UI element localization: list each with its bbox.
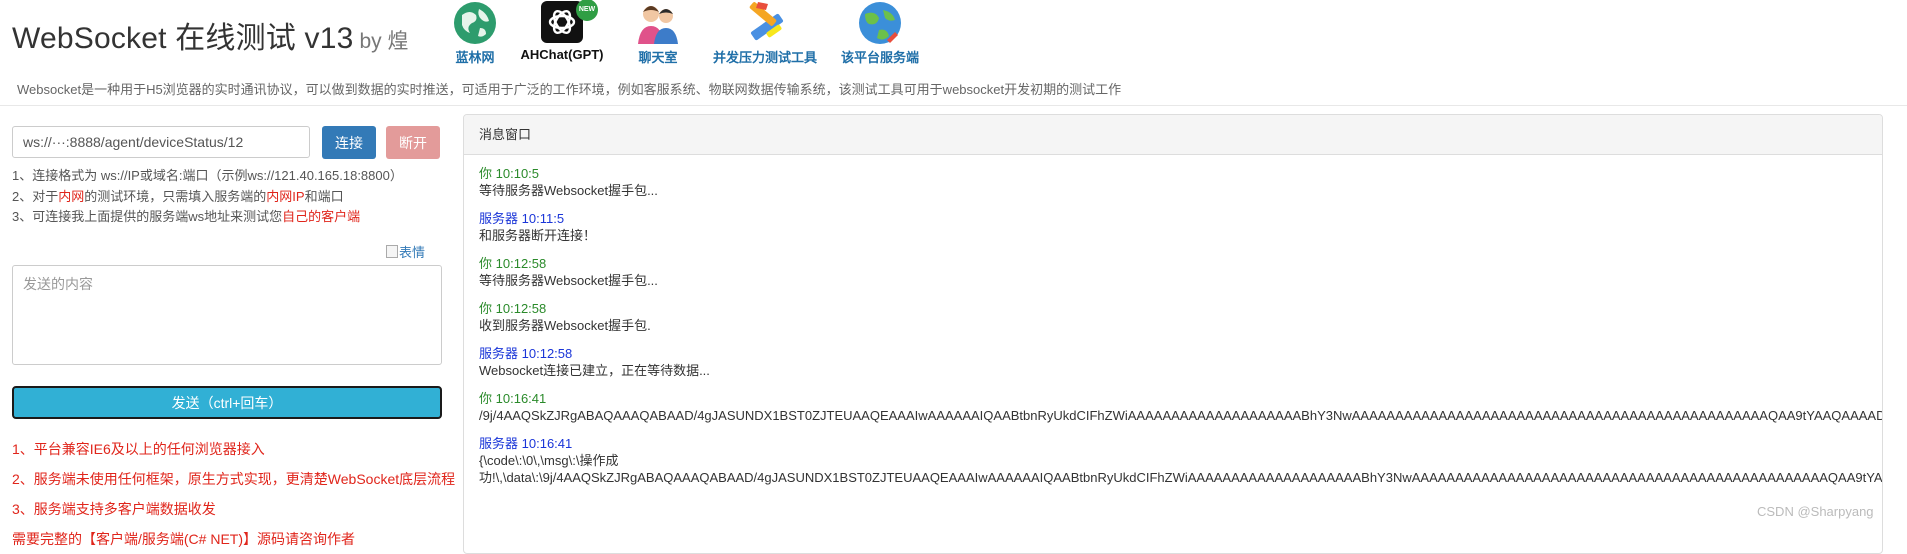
globe-icon <box>454 2 496 44</box>
message-text: /9j/4AAQSkZJRgABAQAAAQABAAD/4gJASUNDX1BS… <box>479 408 1883 423</box>
message-sender: 你 <box>479 256 493 271</box>
ws-url-input[interactable] <box>12 126 310 158</box>
feature-item: 1、平台兼容IE6及以上的任何浏览器接入 <box>12 441 265 457</box>
nav-label: 并发压力测试工具 <box>712 50 817 65</box>
send-button[interactable]: 发送（ctrl+回车） <box>12 386 442 419</box>
message-sender: 你 <box>479 301 493 316</box>
message-item: 服务器 10:12:58 Websocket连接已建立，正在等待数据... <box>479 345 1867 379</box>
nav-label: 蓝林网 <box>455 50 495 65</box>
nav-stress-test[interactable]: 并发压力测试工具 <box>706 0 824 66</box>
earth-icon <box>859 2 901 44</box>
nav-label: 聊天室 <box>638 50 678 65</box>
header-divider <box>0 105 1907 106</box>
message-time: 10:12:58 <box>521 346 573 361</box>
message-time: 10:12:58 <box>495 301 547 316</box>
watermark: CSDN @Sharpyang <box>1757 504 1874 519</box>
new-badge: NEW <box>576 0 598 21</box>
people-icon <box>638 6 678 44</box>
tip-3: 3、可连接我上面提供的服务端ws地址来测试您自己的客户端 <box>12 209 361 224</box>
pencil-tools-icon <box>749 2 784 41</box>
feature-item: 需要完整的【客户端/服务端(C# NET)】源码请咨询作者 <box>12 531 355 547</box>
page-title-text: WebSocket 在线测试 v13 <box>12 22 354 55</box>
message-window-title: 消息窗口 <box>464 115 1882 155</box>
feature-item: 2、服务端未使用任何框架，原生方式实现，更清楚WebSocket底层流程 <box>12 471 456 487</box>
feature-item: 3、服务端支持多客户端数据收发 <box>12 501 216 517</box>
message-input[interactable] <box>12 265 442 365</box>
message-item: 服务器 10:11:5 和服务器断开连接！ <box>479 210 1867 244</box>
connection-tips: 1、连接格式为 ws://IP或域名:端口（示例ws://121.40.165.… <box>12 166 403 228</box>
tip-1: 1、连接格式为 ws://IP或域名:端口（示例ws://121.40.165.… <box>12 168 403 183</box>
message-text-continued: 功!\,\data\:\9j/4AAQSkZJRgABAQAAAQABAAD/4… <box>479 470 1883 485</box>
page-title: WebSocket 在线测试 v13 by 煌 <box>12 13 409 57</box>
message-time: 10:11:5 <box>521 211 565 226</box>
message-text: 收到服务器Websocket握手包. <box>479 318 651 333</box>
feature-list: 1、平台兼容IE6及以上的任何浏览器接入 2、服务端未使用任何框架，原生方式实现… <box>12 434 455 554</box>
disconnect-button[interactable]: 断开 <box>386 126 440 159</box>
nav-lanlin[interactable]: 蓝林网 <box>445 0 505 66</box>
message-time: 10:16:41 <box>495 391 547 406</box>
connect-button[interactable]: 连接 <box>322 126 376 159</box>
message-text: 等待服务器Websocket握手包... <box>479 183 658 198</box>
message-sender: 服务器 <box>479 436 519 451</box>
message-time: 10:12:58 <box>495 256 547 271</box>
message-time: 10:10:5 <box>495 166 540 181</box>
site-description: Websocket是一种用于H5浏览器的实时通讯协议，可以做到数据的实时推送，可… <box>17 82 1122 97</box>
message-sender: 你 <box>479 166 493 181</box>
emoji-button[interactable]: 表情 <box>386 242 425 261</box>
message-item: 你 10:10:5 等待服务器Websocket握手包... <box>479 165 1867 199</box>
message-text: 等待服务器Websocket握手包... <box>479 273 658 288</box>
tip-2: 2、对于内网的测试环境，只需填入服务端的内网IP和端口 <box>12 188 344 204</box>
message-sender: 服务器 <box>479 346 519 361</box>
message-item: 你 10:12:58 收到服务器Websocket握手包. <box>479 300 1867 334</box>
nav-server[interactable]: 该平台服务端 <box>834 0 926 66</box>
message-item: 你 10:16:41 /9j/4AAQSkZJRgABAQAAAQABAAD/4… <box>479 390 1883 424</box>
message-time: 10:16:41 <box>521 436 573 451</box>
message-item: 服务器 10:16:41 {\code\:\0\,\msg\:\操作成 功!\,… <box>479 435 1883 486</box>
message-list: 你 10:10:5 等待服务器Websocket握手包... 服务器 10:11… <box>464 155 1882 486</box>
message-text: {\code\:\0\,\msg\:\操作成 <box>479 453 619 468</box>
message-item: 你 10:12:58 等待服务器Websocket握手包... <box>479 255 1867 289</box>
nav-chatroom[interactable]: 聊天室 <box>628 0 688 66</box>
message-text: Websocket连接已建立，正在等待数据... <box>479 363 710 378</box>
nav-ahchat[interactable]: NEW AHChat(GPT) <box>511 0 613 62</box>
page-author: by 煌 <box>359 30 409 53</box>
message-sender: 服务器 <box>479 211 519 226</box>
nav-label: AHChat(GPT) <box>520 47 604 62</box>
message-window[interactable]: 消息窗口 你 10:10:5 等待服务器Websocket握手包... 服务器 … <box>463 114 1883 554</box>
message-sender: 你 <box>479 391 493 406</box>
broken-image-icon <box>386 245 398 258</box>
message-text: 和服务器断开连接！ <box>479 228 597 243</box>
nav-label: 该平台服务端 <box>840 50 919 65</box>
